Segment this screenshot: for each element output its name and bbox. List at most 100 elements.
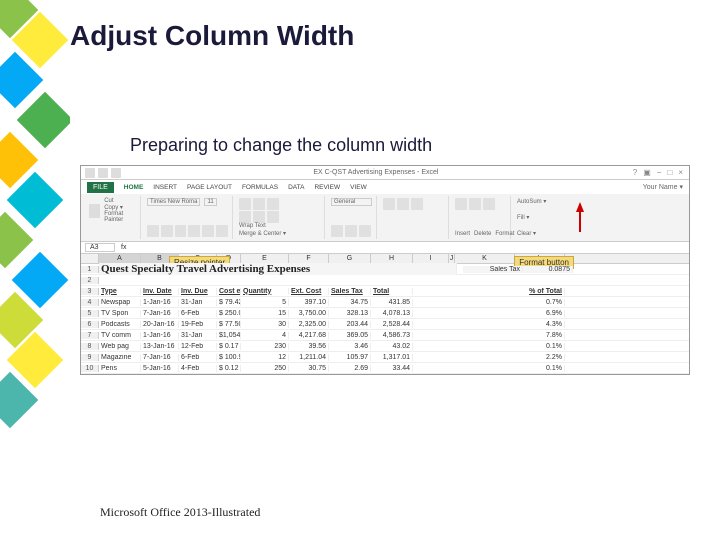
header-cell[interactable]: Cost ea. bbox=[217, 288, 241, 295]
row-header[interactable]: 5 bbox=[81, 310, 99, 317]
cell[interactable]: $ 100.92 bbox=[217, 354, 241, 361]
header-cell[interactable]: % of Total bbox=[455, 288, 565, 295]
cell[interactable]: 12 bbox=[241, 354, 289, 361]
cell[interactable]: 13-Jan-16 bbox=[141, 343, 179, 350]
cell[interactable]: $ 77.50 bbox=[217, 321, 241, 328]
cell[interactable]: TV Spon bbox=[99, 310, 141, 317]
header-cell[interactable]: Inv. Date bbox=[141, 288, 179, 295]
cell[interactable]: 369.05 bbox=[329, 332, 371, 339]
cell-styles-icon[interactable] bbox=[411, 198, 423, 210]
col-header-A[interactable]: A bbox=[99, 254, 141, 263]
font-name-select[interactable]: Times New Roma bbox=[147, 198, 200, 206]
col-header-H[interactable]: H bbox=[371, 254, 413, 263]
cell[interactable]: 20-Jan-16 bbox=[141, 321, 179, 328]
header-cell[interactable]: Ext. Cost bbox=[289, 288, 329, 295]
cell[interactable]: 1,317.01 bbox=[371, 354, 413, 361]
col-header-F[interactable]: F bbox=[289, 254, 329, 263]
border-icon[interactable] bbox=[188, 225, 200, 237]
cell[interactable]: $ 79.42 bbox=[217, 299, 241, 306]
wrap-text-button[interactable]: Wrap Text bbox=[239, 223, 320, 229]
row-header[interactable]: 7 bbox=[81, 332, 99, 339]
cell[interactable]: 6-Feb bbox=[179, 354, 217, 361]
name-box[interactable]: A3 bbox=[85, 243, 115, 252]
insert-tab[interactable]: INSERT bbox=[153, 184, 177, 191]
col-header-G[interactable]: G bbox=[329, 254, 371, 263]
sales-tax-label[interactable]: Sales Tax bbox=[463, 266, 523, 273]
cell[interactable]: 19-Feb bbox=[179, 321, 217, 328]
cell[interactable]: 0.1% bbox=[455, 365, 565, 372]
cell[interactable]: 5-Jan-16 bbox=[141, 365, 179, 372]
percent-icon[interactable] bbox=[345, 225, 357, 237]
minimize-icon[interactable]: − bbox=[655, 168, 664, 177]
view-tab[interactable]: VIEW bbox=[350, 184, 367, 191]
cell[interactable]: 1,211.04 bbox=[289, 354, 329, 361]
cell[interactable]: 33.44 bbox=[371, 365, 413, 372]
cell[interactable]: 250 bbox=[241, 365, 289, 372]
comma-icon[interactable] bbox=[359, 225, 371, 237]
col-header-E[interactable]: E bbox=[241, 254, 289, 263]
number-format-select[interactable]: General bbox=[331, 198, 372, 206]
italic-icon[interactable] bbox=[161, 225, 173, 237]
cell[interactable]: 2,528.44 bbox=[371, 321, 413, 328]
cell[interactable]: 4 bbox=[241, 332, 289, 339]
formulas-tab[interactable]: FORMULAS bbox=[242, 184, 278, 191]
cell[interactable]: 15 bbox=[241, 310, 289, 317]
help-icon[interactable]: ? bbox=[631, 168, 639, 177]
cell[interactable]: 4,078.13 bbox=[371, 310, 413, 317]
cell[interactable]: 39.56 bbox=[289, 343, 329, 350]
align-top-icon[interactable] bbox=[239, 198, 251, 210]
header-cell[interactable]: Sales Tax bbox=[329, 288, 371, 295]
cell[interactable]: $ 250.00 bbox=[217, 310, 241, 317]
data-tab[interactable]: DATA bbox=[288, 184, 304, 191]
font-size-select[interactable]: 11 bbox=[204, 198, 216, 206]
cell[interactable]: 43.02 bbox=[371, 343, 413, 350]
save-icon[interactable] bbox=[85, 168, 95, 178]
copy-button[interactable]: Copy ▾ bbox=[104, 204, 136, 211]
fill-button[interactable]: Fill ▾ bbox=[517, 214, 681, 221]
cell[interactable]: 1-Jan-16 bbox=[141, 299, 179, 306]
cell[interactable]: 6-Feb bbox=[179, 310, 217, 317]
row-header[interactable]: 10 bbox=[81, 365, 99, 372]
format-cells-icon[interactable] bbox=[483, 198, 495, 210]
cell[interactable]: 4,217.68 bbox=[289, 332, 329, 339]
maximize-icon[interactable]: □ bbox=[665, 168, 674, 177]
fx-icon[interactable]: fx bbox=[121, 244, 126, 251]
banner-cell[interactable]: Quest Specialty Travel Advertising Expen… bbox=[99, 263, 457, 275]
cell[interactable]: 0.7% bbox=[455, 299, 565, 306]
cell[interactable]: 203.44 bbox=[329, 321, 371, 328]
cell[interactable]: $1,054.42 bbox=[217, 332, 241, 339]
cell[interactable]: Magazine bbox=[99, 354, 141, 361]
cell[interactable]: 31-Jan bbox=[179, 299, 217, 306]
header-cell[interactable]: Type bbox=[99, 288, 141, 295]
cell[interactable]: Newspap bbox=[99, 299, 141, 306]
header-cell[interactable]: Quantity bbox=[241, 288, 289, 295]
insert-cells-icon[interactable] bbox=[455, 198, 467, 210]
cell[interactable]: 2.2% bbox=[455, 354, 565, 361]
align-left-icon[interactable] bbox=[239, 211, 251, 223]
sales-tax-value[interactable]: 0.0875 bbox=[523, 266, 573, 273]
cell[interactable]: 5 bbox=[241, 299, 289, 306]
col-header-I[interactable]: I bbox=[413, 254, 449, 263]
merge-center-button[interactable]: Merge & Center ▾ bbox=[239, 230, 320, 237]
bold-icon[interactable] bbox=[147, 225, 159, 237]
cell[interactable]: 7-Jan-16 bbox=[141, 310, 179, 317]
cell[interactable]: TV comm bbox=[99, 332, 141, 339]
cell[interactable]: 2.69 bbox=[329, 365, 371, 372]
format-painter-button[interactable]: Format Painter bbox=[104, 211, 136, 223]
clear-button[interactable]: Clear ▾ bbox=[517, 230, 681, 237]
autosum-button[interactable]: AutoSum ▾ bbox=[517, 198, 681, 205]
ribbon-options-icon[interactable]: ▣ bbox=[641, 168, 653, 177]
user-name[interactable]: Your Name ▾ bbox=[643, 183, 683, 191]
align-center-icon[interactable] bbox=[253, 211, 265, 223]
align-bottom-icon[interactable] bbox=[267, 198, 279, 210]
align-right-icon[interactable] bbox=[267, 211, 279, 223]
cell[interactable]: 3,750.00 bbox=[289, 310, 329, 317]
header-cell[interactable]: Inv. Due bbox=[179, 288, 217, 295]
cell[interactable]: 4,586.73 bbox=[371, 332, 413, 339]
row-header[interactable]: 6 bbox=[81, 321, 99, 328]
row-header[interactable]: 8 bbox=[81, 343, 99, 350]
redo-icon[interactable] bbox=[111, 168, 121, 178]
cell[interactable]: 7-Jan-16 bbox=[141, 354, 179, 361]
quick-access-toolbar[interactable] bbox=[85, 168, 121, 178]
cell[interactable]: 2,325.00 bbox=[289, 321, 329, 328]
